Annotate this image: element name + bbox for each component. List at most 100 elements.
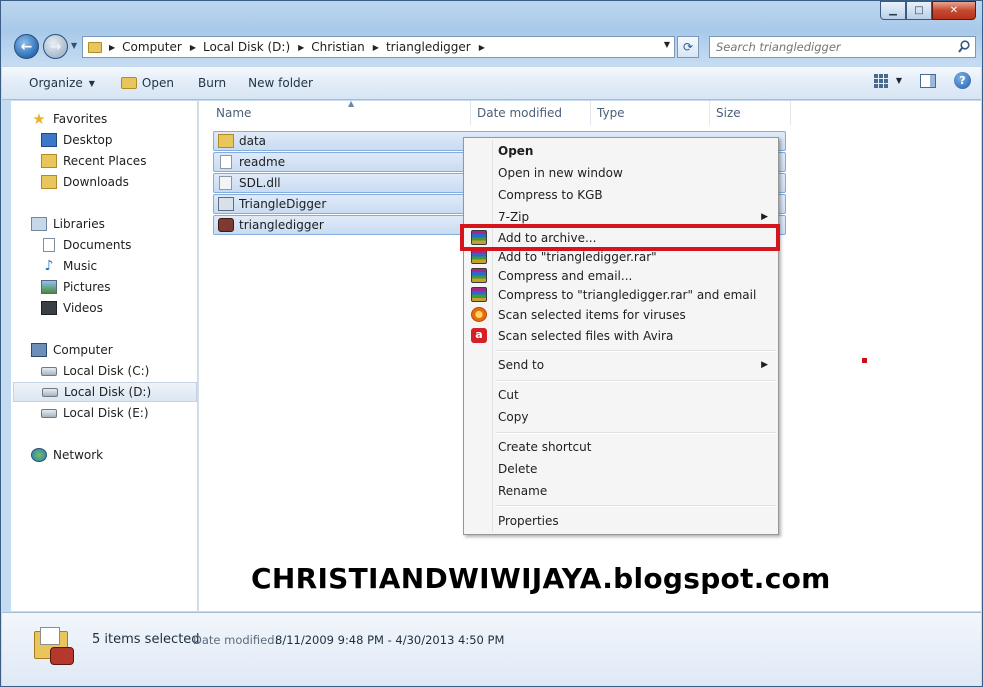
new-folder-button[interactable]: New folder [239, 71, 322, 95]
documents-icon [43, 238, 55, 252]
date-modified-value: 8/11/2009 9:48 PM - 4/30/2013 4:50 PM [275, 633, 505, 647]
drive-icon [42, 387, 58, 397]
menu-separator [496, 505, 776, 507]
refresh-icon: ⟳ [682, 40, 694, 54]
document-icon [40, 627, 60, 645]
application-window-icon [218, 197, 234, 211]
minimize-button[interactable]: ▁ [880, 1, 906, 20]
menu-item-open[interactable]: Open [466, 140, 776, 161]
menu-item-scan-avira[interactable]: a Scan selected files with Avira [466, 325, 776, 346]
recent-pages-dropdown[interactable]: ▼ [71, 41, 77, 50]
column-header-type[interactable]: Type [592, 101, 710, 125]
breadcrumb-arrow-icon[interactable]: ▶ [298, 43, 304, 52]
folder-open-icon [120, 77, 137, 89]
watermark-text: CHRISTIANDWIWIJAYA.blogspot.com [251, 562, 831, 595]
refresh-button[interactable]: ⟳ [677, 36, 699, 58]
selection-count: 5 items selected [92, 632, 200, 647]
chevron-down-icon: ▼ [895, 76, 902, 85]
window-controls: ▁ □ ✕ [880, 1, 976, 21]
breadcrumb-item[interactable]: Local Disk (D:) [203, 40, 290, 54]
avira-icon: a [471, 328, 487, 343]
menu-item-rename[interactable]: Rename [466, 480, 776, 501]
pictures-icon [41, 280, 57, 294]
selection-thumbnail [32, 627, 76, 669]
breadcrumb-item[interactable]: Christian [311, 40, 365, 54]
game-app-icon [50, 647, 74, 665]
forward-button[interactable]: → [43, 34, 68, 59]
back-button[interactable]: ← [14, 34, 39, 59]
folder-icon [88, 41, 102, 53]
downloads-icon [41, 175, 57, 189]
videos-icon [41, 301, 57, 315]
column-header-name[interactable]: Name ▲ [211, 99, 471, 125]
address-history-dropdown[interactable]: ▼ [664, 40, 670, 49]
menu-item-properties[interactable]: Properties [466, 510, 776, 531]
computer-icon [31, 343, 47, 357]
forward-arrow-icon: → [49, 38, 62, 55]
navigation-bar: ← → ▼ ▶ Computer ▶ Local Disk (D:) ▶ Chr… [1, 31, 982, 63]
folder-icon [218, 134, 234, 148]
breadcrumb-arrow-icon[interactable]: ▶ [190, 43, 196, 52]
recent-places-icon [41, 154, 57, 168]
libraries-header[interactable]: Libraries [31, 214, 215, 234]
menu-item-compress-email[interactable]: Compress and email... [466, 265, 776, 286]
breadcrumb-item[interactable]: Computer [122, 40, 182, 54]
favorites-header[interactable]: ★ Favorites [31, 109, 215, 129]
desktop-icon [41, 133, 57, 147]
date-modified-label: Date modified: [193, 633, 279, 647]
computer-header[interactable]: Computer [31, 340, 215, 360]
menu-separator [496, 350, 776, 352]
music-icon: ♪ [44, 258, 54, 274]
preview-pane-icon[interactable] [920, 73, 936, 88]
dll-file-icon [219, 176, 232, 190]
menu-item-delete[interactable]: Delete [466, 458, 776, 479]
maximize-button[interactable]: □ [906, 1, 932, 20]
address-bar[interactable]: ▶ Computer ▶ Local Disk (D:) ▶ Christian… [82, 36, 675, 58]
breadcrumb-item[interactable]: triangledigger [386, 40, 471, 54]
menu-item-scan-viruses[interactable]: Scan selected items for viruses [466, 304, 776, 325]
menu-item-send-to[interactable]: Send to ▶ [466, 354, 776, 375]
red-dot-marker [862, 358, 867, 363]
menu-item-copy[interactable]: Copy [466, 406, 776, 427]
drive-icon [41, 408, 57, 418]
menu-separator [496, 380, 776, 382]
context-menu: Open Open in new window Compress to KGB … [463, 137, 779, 535]
close-button[interactable]: ✕ [932, 1, 976, 20]
winrar-icon [471, 268, 487, 283]
breadcrumb-arrow-icon[interactable]: ▶ [373, 43, 379, 52]
command-bar: Organize ▼ Open Burn New folder ▼ ? [2, 66, 981, 100]
menu-item-compress-kgb[interactable]: Compress to KGB [466, 184, 776, 205]
breadcrumb-arrow-icon[interactable]: ▶ [109, 43, 115, 52]
game-app-icon [218, 218, 234, 232]
highlight-annotation [460, 224, 780, 251]
back-arrow-icon: ← [20, 38, 33, 55]
network-header[interactable]: Network [31, 445, 215, 465]
sidebar-item-local-disk-d[interactable]: Local Disk (D:) [13, 382, 197, 402]
change-view-button[interactable]: ▼ [873, 73, 902, 88]
chevron-down-icon: ▼ [71, 41, 78, 50]
explorer-window: ▁ □ ✕ ← → ▼ ▶ Computer ▶ Local Disk (D:)… [0, 0, 983, 687]
search-box[interactable] [709, 36, 976, 58]
menu-item-create-shortcut[interactable]: Create shortcut [466, 436, 776, 457]
breadcrumb-arrow-icon[interactable]: ▶ [479, 43, 485, 52]
menu-item-compress-rar-email[interactable]: Compress to "triangledigger.rar" and ema… [466, 284, 776, 305]
details-pane: 5 items selected Date modified: 8/11/200… [2, 612, 981, 686]
antivirus-scan-icon [471, 307, 487, 322]
submenu-arrow-icon: ▶ [761, 211, 768, 222]
search-input[interactable] [710, 40, 950, 54]
column-header-date-modified[interactable]: Date modified [472, 101, 591, 125]
open-button[interactable]: Open [112, 71, 183, 95]
text-file-icon [220, 155, 232, 169]
search-icon[interactable] [958, 40, 970, 54]
winrar-icon [471, 287, 487, 302]
views-icon [873, 73, 888, 88]
menu-item-open-new-window[interactable]: Open in new window [466, 162, 776, 183]
star-icon: ★ [32, 110, 46, 128]
column-header-size[interactable]: Size [711, 101, 791, 125]
menu-item-cut[interactable]: Cut [466, 384, 776, 405]
organize-button[interactable]: Organize ▼ [20, 71, 104, 95]
winrar-icon [471, 249, 487, 264]
sort-up-icon: ▲ [348, 99, 355, 108]
help-icon[interactable]: ? [954, 72, 971, 89]
burn-button[interactable]: Burn [189, 71, 235, 95]
